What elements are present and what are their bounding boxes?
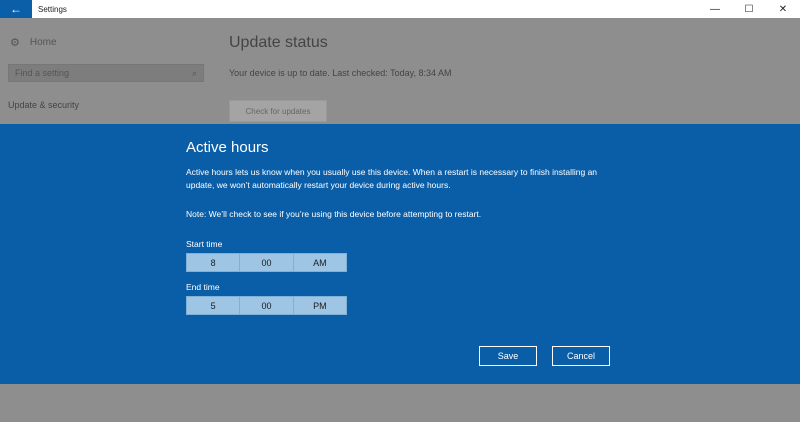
background-footer xyxy=(0,384,800,422)
window-title: Settings xyxy=(38,4,67,14)
dialog-title: Active hours xyxy=(186,139,269,156)
back-button[interactable]: ← xyxy=(0,0,32,18)
minimize-icon: — xyxy=(710,3,720,15)
end-minute[interactable]: 00 xyxy=(240,297,294,314)
update-status-text: Your device is up to date. Last checked:… xyxy=(229,68,452,78)
home-label: Home xyxy=(29,37,57,48)
close-icon: ✕ xyxy=(778,3,788,15)
search-input[interactable]: Find a setting ⌕ xyxy=(8,64,204,82)
dialog-note: Note: We’ll check to see if you’re using… xyxy=(186,209,482,219)
end-hour[interactable]: 5 xyxy=(187,297,241,314)
start-time-picker[interactable]: 8 00 AM xyxy=(186,253,347,272)
end-time-label: End time xyxy=(186,282,220,292)
maximize-button[interactable]: ☐ xyxy=(732,0,766,18)
end-time-picker[interactable]: 5 00 PM xyxy=(186,296,347,315)
start-time-label: Start time xyxy=(186,239,223,249)
window-controls: — ☐ ✕ xyxy=(698,0,800,18)
end-period[interactable]: PM xyxy=(294,297,346,314)
start-minute[interactable]: 00 xyxy=(240,254,294,271)
sidebar-item-update-security[interactable]: Update & security xyxy=(8,100,79,110)
page-title: Update status xyxy=(229,34,328,51)
cancel-button[interactable]: Cancel xyxy=(552,346,610,366)
save-button[interactable]: Save xyxy=(479,346,537,366)
active-hours-dialog: Active hours Active hours lets us know w… xyxy=(0,124,800,384)
maximize-icon: ☐ xyxy=(744,3,754,15)
back-arrow-icon: ← xyxy=(10,2,22,16)
close-button[interactable]: ✕ xyxy=(766,0,800,18)
minimize-button[interactable]: — xyxy=(698,0,732,18)
gear-icon: ⚙ xyxy=(10,37,20,49)
check-for-updates-button[interactable]: Check for updates xyxy=(229,100,327,122)
search-icon: ⌕ xyxy=(191,67,197,78)
search-placeholder: Find a setting xyxy=(15,68,70,78)
start-hour[interactable]: 8 xyxy=(187,254,241,271)
dialog-description: Active hours lets us know when you usual… xyxy=(186,167,598,190)
start-period[interactable]: AM xyxy=(294,254,346,271)
title-bar: ← Settings — ☐ ✕ xyxy=(0,0,800,18)
home-nav-item[interactable]: ⚙ Home xyxy=(10,36,57,49)
